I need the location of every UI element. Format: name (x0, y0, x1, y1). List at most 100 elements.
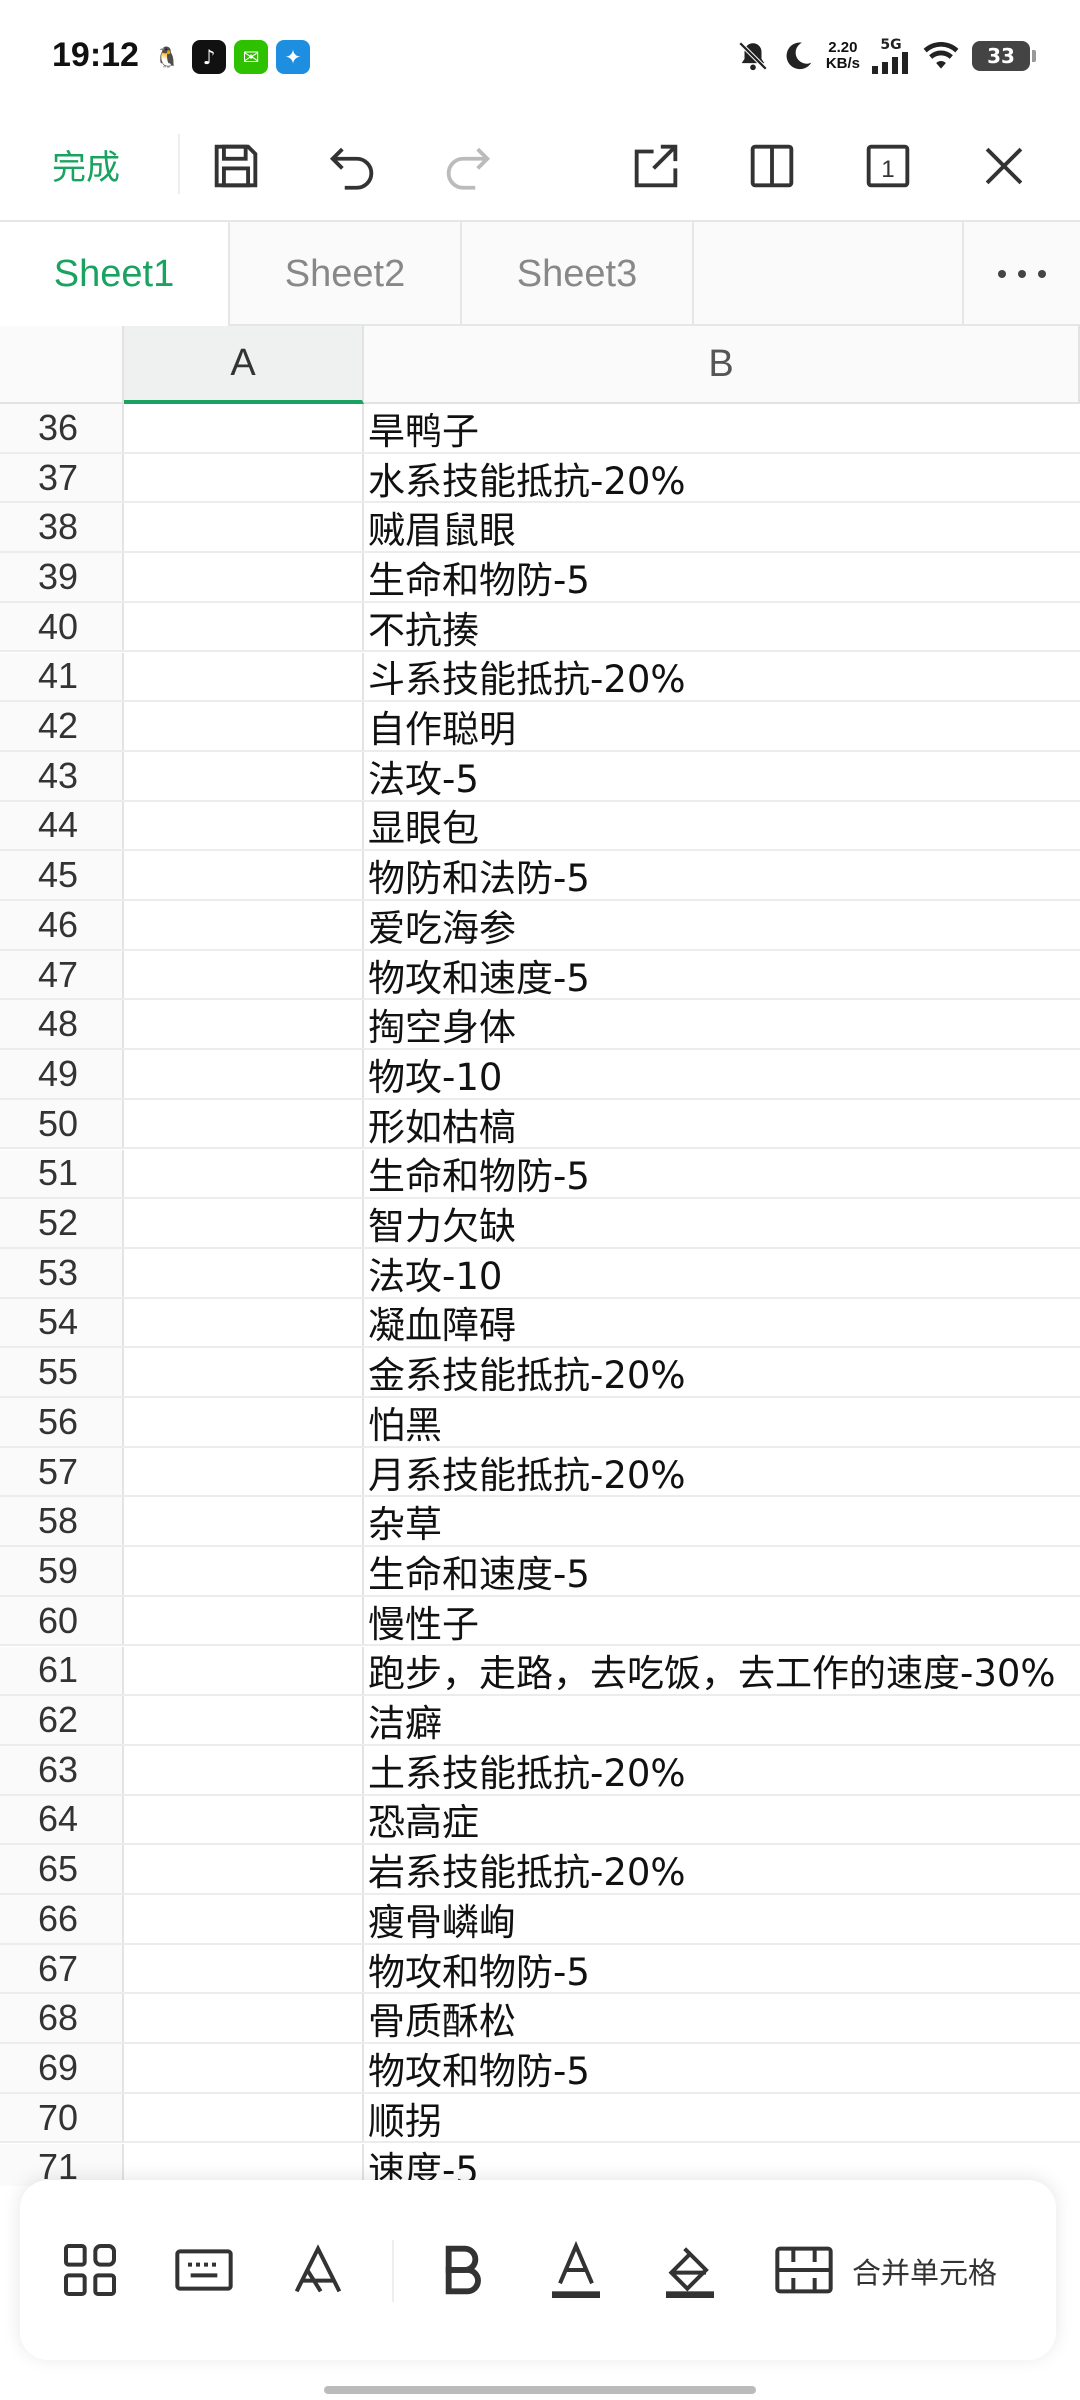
row-number[interactable]: 37 (0, 453, 124, 502)
row-number[interactable]: 49 (0, 1050, 124, 1098)
row-number[interactable]: 69 (0, 2044, 124, 2092)
row-number[interactable]: 39 (0, 553, 124, 601)
cell-b[interactable]: 土系技能抵抗-20% (364, 1746, 1080, 1794)
row-number[interactable]: 63 (0, 1745, 124, 1794)
cell-b[interactable]: 物攻和物防-5 (364, 2044, 1080, 2092)
row-number[interactable]: 47 (0, 950, 124, 999)
share-icon[interactable] (620, 130, 692, 202)
cell-b[interactable]: 旱鸭子 (364, 404, 1080, 452)
row-number[interactable]: 41 (0, 652, 124, 701)
row-number[interactable]: 52 (0, 1199, 124, 1247)
row-number[interactable]: 64 (0, 1795, 124, 1844)
cell-b[interactable]: 法攻-10 (364, 1249, 1080, 1297)
cell-b[interactable]: 生命和速度-5 (364, 1547, 1080, 1595)
cell-a[interactable] (124, 1547, 364, 1595)
cell-b[interactable]: 洁癖 (364, 1696, 1080, 1744)
redo-icon[interactable] (432, 130, 504, 202)
row-number[interactable]: 43 (0, 751, 124, 800)
cell-a[interactable] (124, 1149, 364, 1198)
close-icon[interactable] (968, 130, 1040, 202)
home-indicator[interactable] (324, 2386, 756, 2394)
row-number[interactable]: 67 (0, 1944, 124, 1993)
row-number[interactable]: 56 (0, 1398, 124, 1446)
cell-b[interactable]: 斗系技能抵抗-20% (364, 653, 1080, 700)
cell-b[interactable]: 不抗揍 (364, 603, 1080, 651)
tab-sheet2[interactable]: Sheet2 (230, 222, 462, 326)
cell-a[interactable] (124, 1696, 364, 1744)
cell-b[interactable]: 骨质酥松 (364, 1994, 1080, 2042)
cell-a[interactable] (124, 1248, 364, 1297)
cell-b[interactable]: 慢性子 (364, 1597, 1080, 1645)
row-number[interactable]: 65 (0, 1845, 124, 1893)
cell-b[interactable]: 杂草 (364, 1497, 1080, 1545)
cell-a[interactable] (124, 1298, 364, 1347)
cell-b[interactable]: 生命和物防-5 (364, 553, 1080, 601)
cell-a[interactable] (124, 851, 364, 899)
cell-a[interactable] (124, 1497, 364, 1546)
cell-a[interactable] (124, 1099, 364, 1148)
row-number[interactable]: 36 (0, 404, 124, 452)
merge-cells-icon[interactable] (754, 2220, 854, 2320)
cell-b[interactable]: 凝血障碍 (364, 1299, 1080, 1346)
cell-a[interactable] (124, 901, 364, 949)
cell-b[interactable]: 恐高症 (364, 1796, 1080, 1843)
select-all-corner[interactable] (0, 326, 124, 404)
row-number[interactable]: 60 (0, 1596, 124, 1645)
row-number[interactable]: 46 (0, 901, 124, 949)
cell-b[interactable]: 自作聪明 (364, 702, 1080, 750)
row-number[interactable]: 53 (0, 1248, 124, 1297)
save-icon[interactable] (200, 130, 272, 202)
cell-b[interactable]: 爱吃海参 (364, 901, 1080, 949)
cell-b[interactable]: 贼眉鼠眼 (364, 503, 1080, 551)
cell-b[interactable]: 形如枯槁 (364, 1100, 1080, 1148)
row-number[interactable]: 68 (0, 1994, 124, 2043)
apps-grid-icon[interactable] (40, 2220, 140, 2320)
bold-icon[interactable] (412, 2220, 512, 2320)
cell-a[interactable] (124, 1348, 364, 1396)
undo-icon[interactable] (316, 130, 388, 202)
cell-a[interactable] (124, 1745, 364, 1794)
cell-a[interactable] (124, 1646, 364, 1695)
cell-b[interactable]: 掏空身体 (364, 1000, 1080, 1048)
cell-b[interactable]: 法攻-5 (364, 752, 1080, 800)
row-number[interactable]: 44 (0, 801, 124, 850)
cell-a[interactable] (124, 1845, 364, 1893)
row-number[interactable]: 57 (0, 1447, 124, 1496)
clear-format-icon[interactable] (268, 2220, 368, 2320)
row-number[interactable]: 51 (0, 1149, 124, 1198)
cell-b[interactable]: 水系技能抵抗-20% (364, 454, 1080, 502)
cell-b[interactable]: 物防和法防-5 (364, 851, 1080, 899)
row-number[interactable]: 66 (0, 1895, 124, 1943)
done-button[interactable]: 完成 (52, 140, 120, 189)
tab-sheet3[interactable]: Sheet3 (462, 222, 694, 326)
cell-a[interactable] (124, 950, 364, 999)
column-header-a[interactable]: A (124, 326, 364, 404)
cell-a[interactable] (124, 1596, 364, 1645)
cell-b[interactable]: 岩系技能抵抗-20% (364, 1845, 1080, 1893)
font-color-icon[interactable] (526, 2220, 626, 2320)
cell-b[interactable]: 瘦骨嶙峋 (364, 1895, 1080, 1943)
keyboard-icon[interactable] (154, 2220, 254, 2320)
cell-a[interactable] (124, 801, 364, 850)
cell-a[interactable] (124, 1000, 364, 1049)
split-view-icon[interactable] (736, 130, 808, 202)
cell-a[interactable] (124, 751, 364, 800)
cell-a[interactable] (124, 702, 364, 750)
row-number[interactable]: 55 (0, 1348, 124, 1396)
cell-a[interactable] (124, 453, 364, 502)
fill-color-icon[interactable] (640, 2220, 740, 2320)
row-number[interactable]: 59 (0, 1547, 124, 1595)
row-number[interactable]: 38 (0, 503, 124, 552)
row-number[interactable]: 50 (0, 1099, 124, 1148)
cell-b[interactable]: 怕黑 (364, 1398, 1080, 1446)
row-number[interactable]: 45 (0, 851, 124, 899)
cell-a[interactable] (124, 553, 364, 601)
row-number[interactable]: 58 (0, 1497, 124, 1546)
more-icon[interactable] (962, 222, 1080, 326)
cell-a[interactable] (124, 1199, 364, 1247)
merge-cells-button[interactable]: 合并单元格 (852, 2250, 997, 2292)
column-header-b[interactable]: B (364, 326, 1080, 404)
cell-b[interactable]: 显眼包 (364, 802, 1080, 849)
cell-b[interactable]: 月系技能抵抗-20% (364, 1448, 1080, 1496)
cell-a[interactable] (124, 1994, 364, 2043)
